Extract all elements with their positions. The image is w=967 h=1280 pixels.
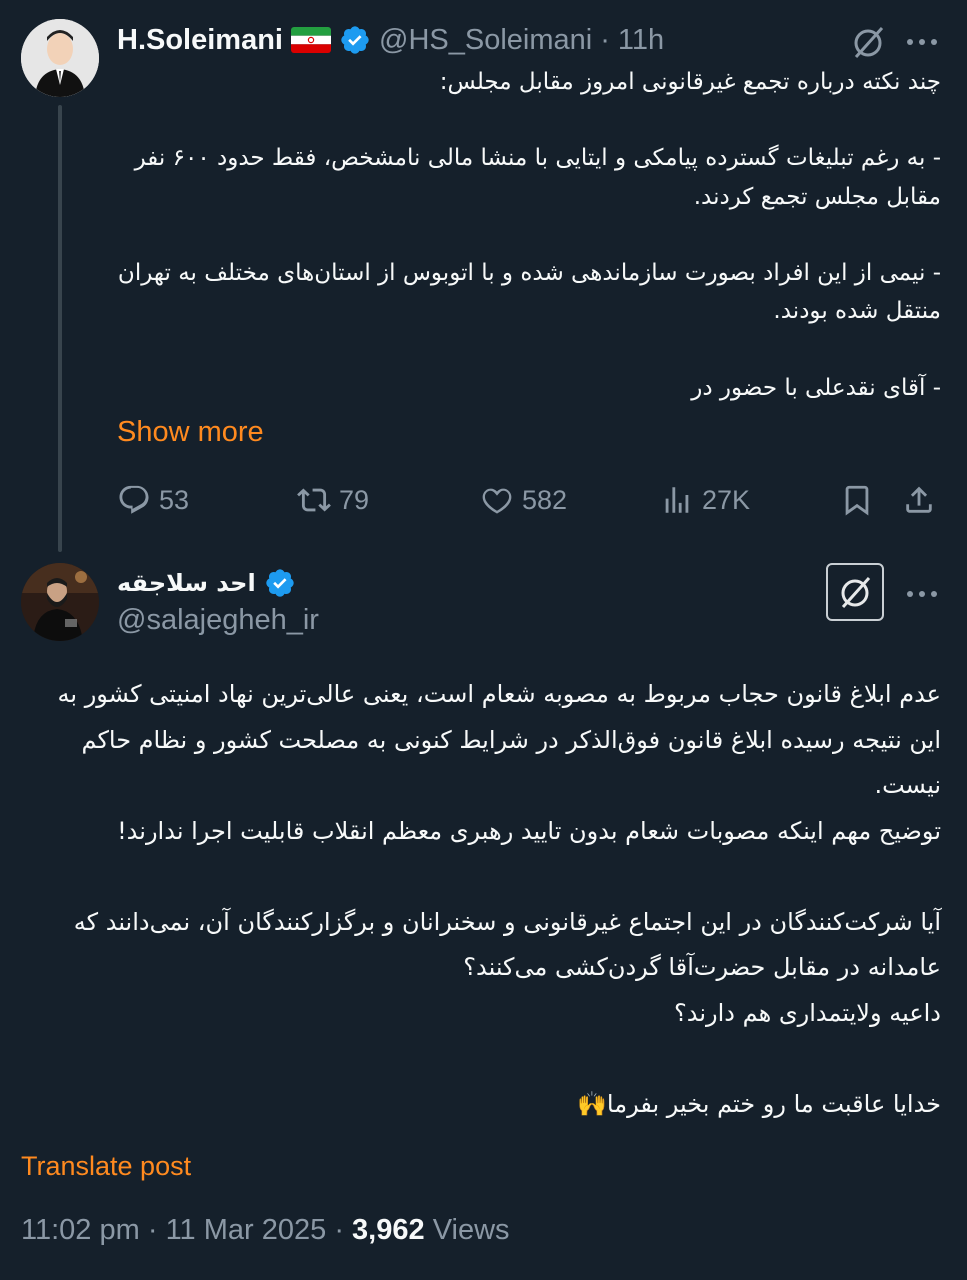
verified-icon [264,567,296,599]
grok-icon[interactable] [826,563,884,621]
tweet-detail-page: H.Soleimani @HS_Soleimani · 11h چند نکته… [0,0,967,1280]
iran-flag-icon [291,27,331,53]
repost-count: 79 [339,484,370,515]
bookmark-button[interactable] [840,478,874,522]
views-count: 3,962 [352,1214,425,1246]
more-icon[interactable] [902,22,942,62]
views-label: Views [432,1214,510,1246]
author-name[interactable]: احد سلاجقه [117,569,256,597]
author-handle[interactable]: @salajegheh_ir [117,604,319,637]
author-name[interactable]: H.Soleimani [117,24,283,57]
like-icon [482,488,512,514]
avatar[interactable] [21,563,99,641]
grok-icon[interactable] [848,22,888,62]
show-more-link[interactable]: Show more [117,416,264,449]
repost-button[interactable]: 79 [297,478,369,522]
share-icon [906,486,932,513]
timestamp[interactable]: 11h [618,24,664,57]
reply-count: 53 [159,484,190,515]
action-bar: 53 79 582 27K [117,478,941,522]
like-button[interactable]: 582 [480,478,567,522]
share-button[interactable] [902,478,936,522]
verified-icon [339,24,371,56]
separator-dot: · [600,23,610,56]
tweet-time[interactable]: 11:02 pm [21,1214,140,1246]
repost-icon [297,488,331,512]
parent-tweet-text: چند نکته درباره تجمع غیرقانونی امروز مقا… [117,69,941,401]
views-button[interactable]: 27K [660,478,750,522]
translate-post-link[interactable]: Translate post [21,1151,191,1182]
views-count: 27K [702,484,751,515]
main-tweet-header: احد سلاجقه [117,563,296,603]
thread-line [58,105,62,552]
bookmark-icon [845,485,869,516]
author-handle[interactable]: @HS_Soleimani [379,24,592,57]
reply-icon [119,485,149,514]
avatar[interactable] [21,19,99,97]
reply-button[interactable]: 53 [117,478,189,522]
more-icon[interactable] [902,574,942,614]
tweet-meta: 11:02 pm · 11 Mar 2025 · 3,962 Views [21,1214,510,1247]
main-tweet-text: عدم ابلاغ قانون حجاب مربوط به مصوبه شعام… [57,680,941,1118]
tweet-date[interactable]: 11 Mar 2025 [166,1214,327,1246]
views-icon [665,487,689,513]
separator-dot: · [147,1214,158,1246]
parent-tweet-header: H.Soleimani @HS_Soleimani · 11h [117,20,664,60]
separator-dot: · [334,1214,344,1246]
like-count: 582 [522,484,568,515]
